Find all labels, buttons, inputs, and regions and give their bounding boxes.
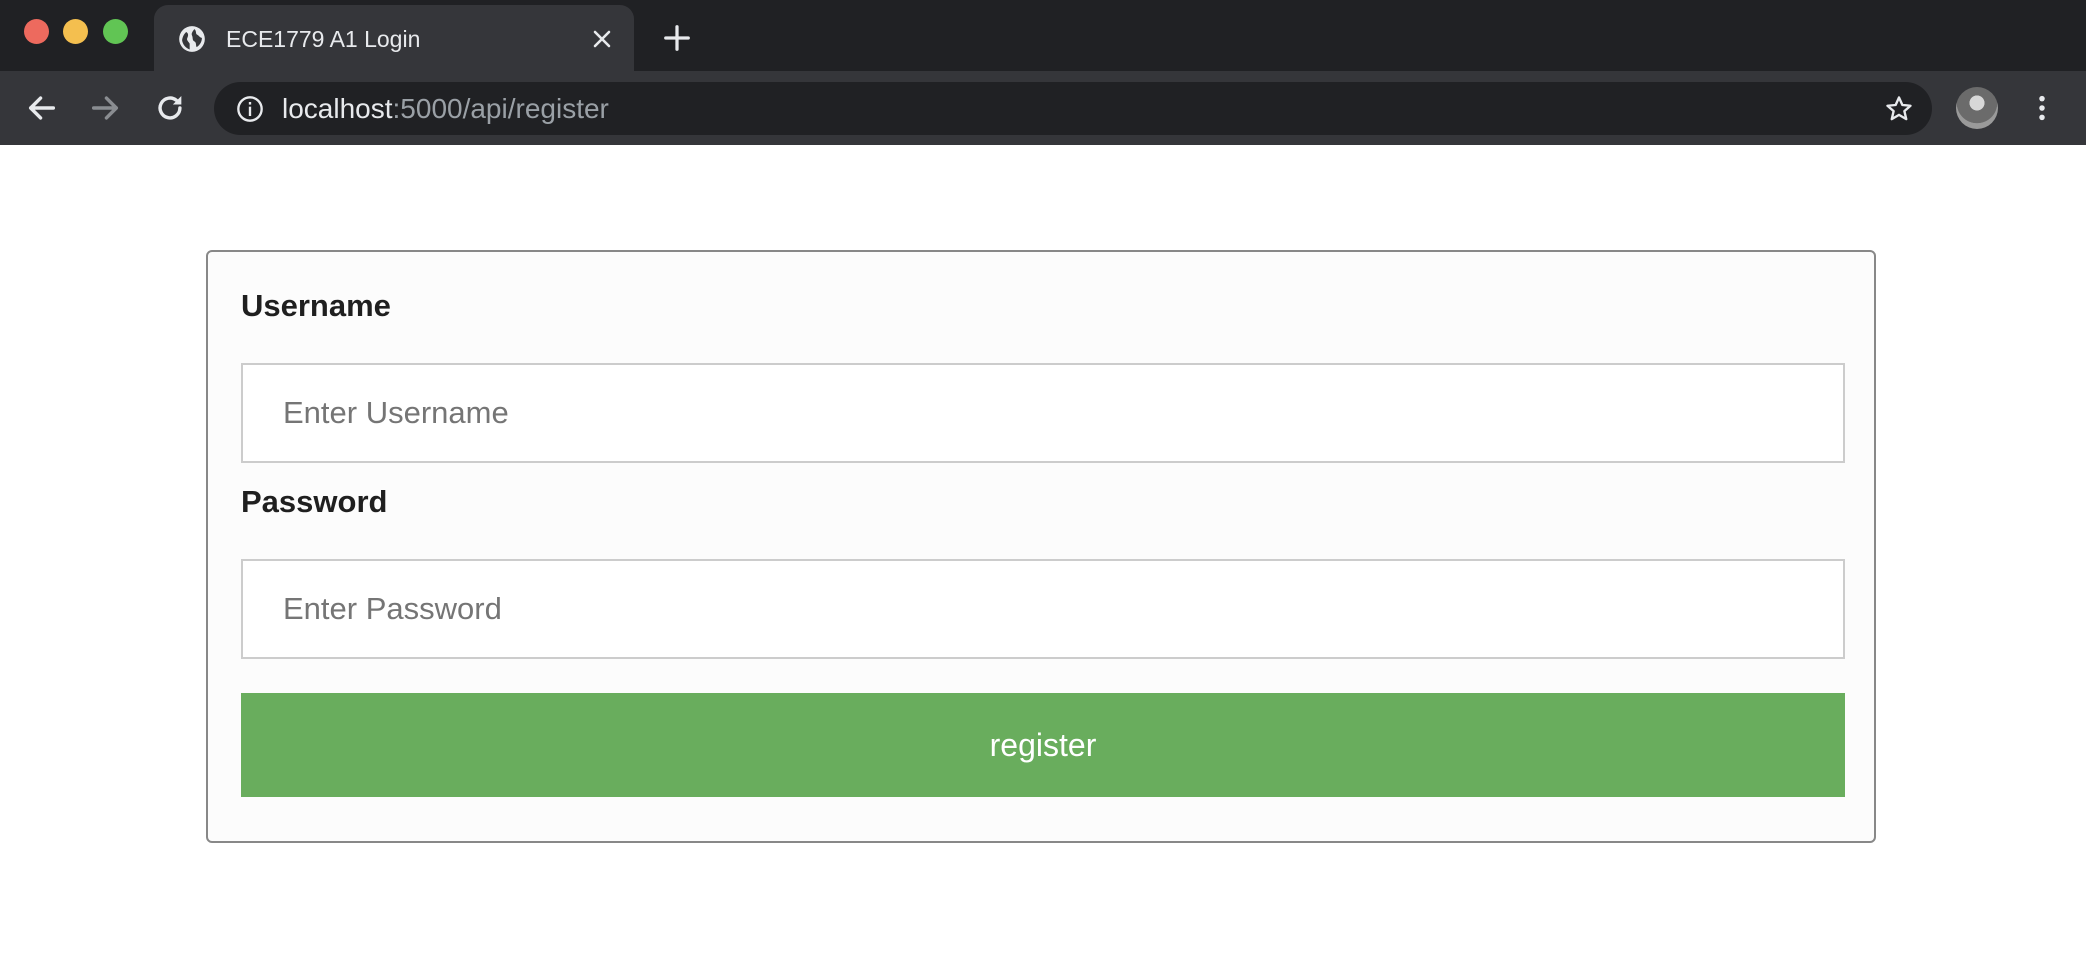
star-icon[interactable] <box>1884 94 1914 124</box>
globe-icon <box>179 26 205 52</box>
password-input[interactable] <box>241 559 1845 659</box>
close-icon[interactable] <box>590 27 614 51</box>
address-bar[interactable]: localhost:5000/api/register <box>214 82 1932 135</box>
arrow-left-icon[interactable] <box>25 91 59 125</box>
register-form: Username Password register <box>206 250 1876 843</box>
window-minimize-button[interactable] <box>63 19 88 44</box>
browser-tab-strip: ECE1779 A1 Login <box>0 0 2086 71</box>
profile-avatar[interactable] <box>1956 87 1998 129</box>
register-button[interactable]: register <box>241 693 1845 797</box>
url-text[interactable]: localhost:5000/api/register <box>282 95 609 123</box>
url-path: :5000/api/register <box>392 93 609 124</box>
arrow-right-icon[interactable] <box>88 91 122 125</box>
browser-toolbar: localhost:5000/api/register <box>0 71 2086 145</box>
browser-tab[interactable]: ECE1779 A1 Login <box>154 5 634 71</box>
page-viewport: Username Password register <box>0 145 2086 956</box>
password-label: Password <box>241 484 388 519</box>
info-icon[interactable] <box>236 95 264 123</box>
url-host: localhost <box>282 93 393 124</box>
username-label: Username <box>241 288 391 323</box>
username-input[interactable] <box>241 363 1845 463</box>
window-maximize-button[interactable] <box>103 19 128 44</box>
reload-icon[interactable] <box>153 91 187 125</box>
plus-icon[interactable] <box>662 23 692 53</box>
window-close-button[interactable] <box>24 19 49 44</box>
tab-title: ECE1779 A1 Login <box>226 26 421 52</box>
kebab-menu-icon[interactable] <box>2027 91 2057 125</box>
